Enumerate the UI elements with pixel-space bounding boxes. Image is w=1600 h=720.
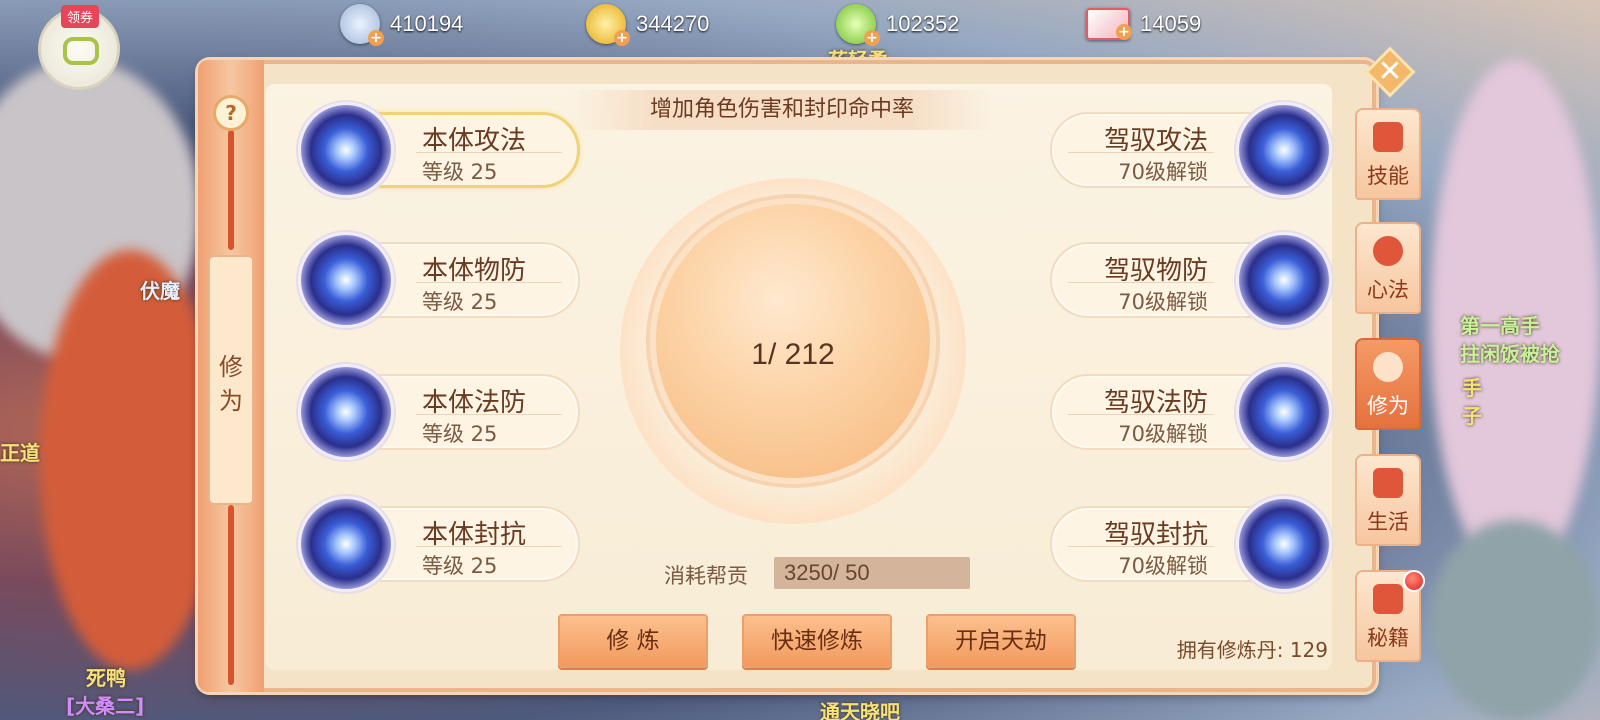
skill-level: 等级 25 (422, 422, 498, 446)
divider (1068, 282, 1214, 283)
divider (416, 414, 562, 415)
rope-decoration (228, 130, 234, 250)
skill-body-attack[interactable]: 本体攻法 等级 25 (298, 102, 580, 198)
tab-cultivation[interactable]: 修为 (1355, 338, 1421, 430)
cost-value: 3250/ 50 (774, 557, 970, 589)
skill-orb-icon (1236, 364, 1332, 460)
tab-label: 技能 (1367, 164, 1409, 188)
skill-orb-icon (298, 232, 394, 328)
player-title-left: 伏魔 (140, 279, 180, 303)
quick-train-button[interactable]: 快速修炼 (742, 614, 892, 668)
currency-bar: + 410194 + 344270 + 102352 + 14059 (340, 0, 1260, 48)
currency-silver[interactable]: + 410194 (340, 4, 464, 46)
skill-level: 等级 25 (422, 160, 498, 184)
train-button[interactable]: 修 炼 (558, 614, 708, 668)
skill-unlock: 70级解锁 (1118, 422, 1208, 446)
tab-label: 秘籍 (1367, 626, 1409, 650)
add-icon[interactable]: + (614, 30, 630, 46)
gold-coin-icon: + (586, 4, 630, 46)
currency-value: 102352 (886, 11, 960, 36)
tab-label: 修为 (1367, 394, 1409, 418)
skill-pet-mag-def[interactable]: 驾驭法防 70级解锁 (1050, 364, 1332, 460)
lotus-icon (1373, 352, 1403, 382)
skill-body-phys-def[interactable]: 本体物防 等级 25 (298, 232, 580, 328)
skill-orb-icon (1236, 496, 1332, 592)
skill-pet-attack[interactable]: 驾驭攻法 70级解锁 (1050, 102, 1332, 198)
heart-icon (1373, 236, 1403, 266)
notification-dot (1403, 570, 1425, 592)
currency-jade[interactable]: + 102352 (836, 4, 960, 46)
gamepad-icon (63, 37, 99, 65)
tab-label: 生活 (1367, 510, 1409, 534)
skill-orb-icon (298, 364, 394, 460)
rope-decoration (228, 505, 234, 685)
skill-level: 等级 25 (422, 554, 498, 578)
player-name-right-4: 子 (1462, 404, 1482, 428)
player-name-bottom-left: 死鸭 (86, 666, 126, 690)
side-title: 修为 (219, 353, 243, 415)
divider (416, 546, 562, 547)
currency-gold[interactable]: + 344270 (586, 4, 710, 46)
currency-ticket[interactable]: + 14059 (1086, 4, 1201, 44)
house-icon (1373, 468, 1403, 498)
ground-tile (1430, 520, 1600, 720)
faction-label-left: 正道 (0, 441, 40, 465)
close-button[interactable]: ✕ (1362, 44, 1418, 100)
add-icon[interactable]: + (1116, 24, 1132, 40)
tab-life[interactable]: 生活 (1355, 454, 1421, 546)
tab-label: 心法 (1367, 278, 1409, 302)
divider (1068, 546, 1214, 547)
fire-effect (40, 250, 220, 670)
tab-mind[interactable]: 心法 (1355, 222, 1421, 314)
skill-orb-icon (298, 496, 394, 592)
divider (1068, 414, 1214, 415)
silver-coin-icon: + (340, 4, 384, 46)
pagoda-icon (1373, 122, 1403, 152)
skill-orb-icon (298, 102, 394, 198)
player-name-right-3: 手 (1462, 376, 1482, 400)
currency-value: 14059 (1140, 11, 1202, 36)
progress-value: 1/ 212 (751, 338, 835, 371)
owned-pills-text: 拥有修炼丹: 129 (1176, 638, 1328, 662)
skill-pet-seal-res[interactable]: 驾驭封抗 70级解锁 (1050, 496, 1332, 592)
skill-orb-icon (1236, 232, 1332, 328)
add-icon[interactable]: + (864, 30, 880, 46)
add-icon[interactable]: + (368, 30, 384, 46)
close-icon: ✕ (1377, 54, 1403, 89)
currency-value: 344270 (636, 11, 710, 36)
skill-unlock: 70级解锁 (1118, 290, 1208, 314)
ticket-icon: + (1086, 8, 1132, 40)
divider (416, 282, 562, 283)
skill-body-mag-def[interactable]: 本体法防 等级 25 (298, 364, 580, 460)
player-name-right-1: 第一高手 (1460, 314, 1540, 338)
book-icon (1373, 584, 1403, 614)
divider (1068, 152, 1214, 153)
player-name-right-2: 拄闲饭被抢 (1460, 342, 1560, 366)
cost-label: 消耗帮贡 (664, 564, 748, 588)
currency-value: 410194 (390, 11, 464, 36)
help-button[interactable]: ? (213, 95, 249, 131)
divider (416, 152, 562, 153)
voucher-button[interactable]: 领券 (38, 5, 120, 90)
skill-body-seal-res[interactable]: 本体封抗 等级 25 (298, 496, 580, 592)
skill-orb-icon (1236, 102, 1332, 198)
open-tribulation-button[interactable]: 开启天劫 (926, 614, 1076, 668)
skill-pet-phys-def[interactable]: 驾驭物防 70级解锁 (1050, 232, 1332, 328)
skill-level: 等级 25 (422, 290, 498, 314)
voucher-tag: 领券 (61, 5, 100, 28)
tab-skills[interactable]: 技能 (1355, 108, 1421, 200)
skill-unlock: 70级解锁 (1118, 160, 1208, 184)
jade-coin-icon: + (836, 4, 880, 46)
player-name-bottom-center: 通天晓吧 (820, 700, 900, 720)
player-guild-tag: [大桑二] (66, 694, 145, 718)
skill-unlock: 70级解锁 (1118, 554, 1208, 578)
description-banner: 增加角色伤害和封印命中率 (570, 90, 994, 130)
